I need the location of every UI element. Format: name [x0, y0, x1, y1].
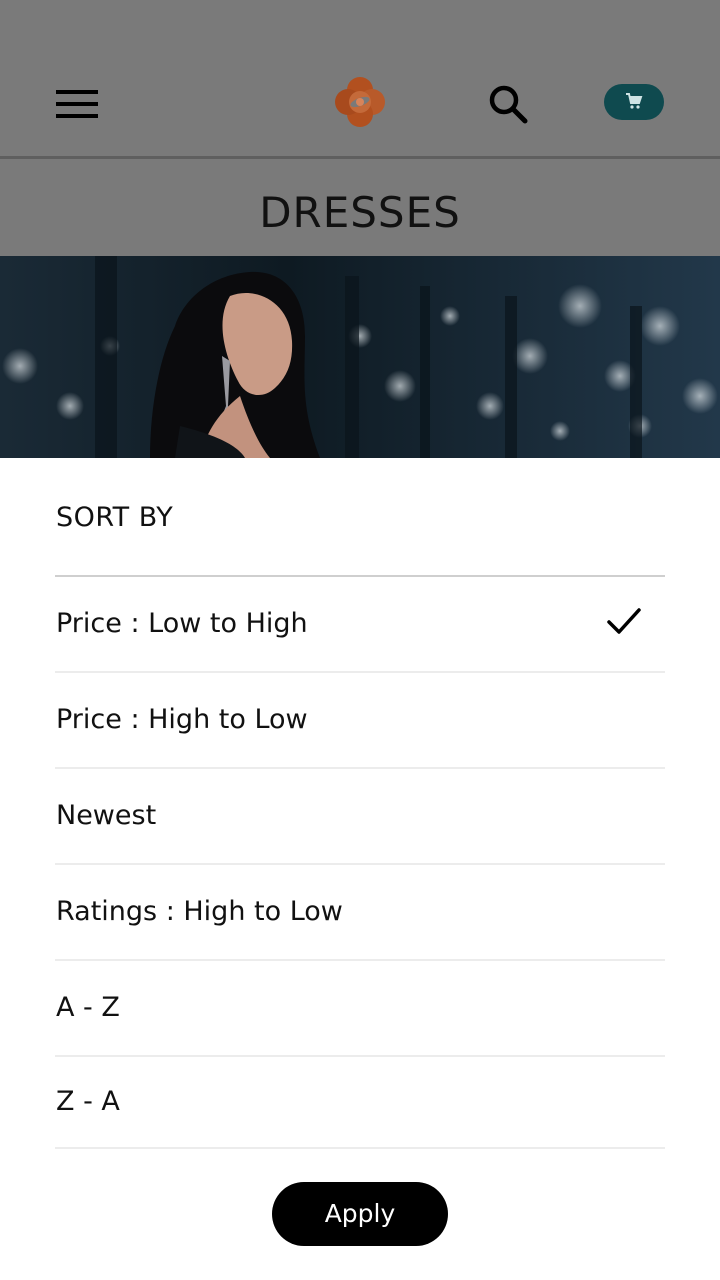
- search-icon[interactable]: [487, 83, 529, 125]
- sort-option-label: A - Z: [56, 992, 120, 1023]
- page: DRESSES SORT BY Price: Low to High Pric…: [0, 0, 720, 1280]
- sort-option-price-low-high[interactable]: Price : Low to High: [55, 577, 665, 673]
- sort-option-label: Price : Low to High: [56, 608, 308, 639]
- sort-sheet-title: SORT BY: [56, 502, 174, 533]
- sort-option-label: Ratings : High to Low: [56, 896, 343, 927]
- category-banner-image: [0, 256, 720, 458]
- sort-sheet: SORT BY Price : Low to High Price : High…: [0, 458, 720, 1280]
- sort-option-newest[interactable]: Newest: [55, 769, 665, 865]
- apply-button[interactable]: Apply: [272, 1182, 448, 1246]
- sort-option-a-z[interactable]: A - Z: [55, 961, 665, 1057]
- cart-button[interactable]: [604, 84, 664, 120]
- hamburger-menu-icon[interactable]: [56, 90, 98, 118]
- app-header: [0, 0, 720, 156]
- sort-option-ratings-high-low[interactable]: Ratings : High to Low: [55, 865, 665, 961]
- cart-icon: [626, 93, 643, 109]
- sort-option-z-a[interactable]: Z - A: [55, 1057, 665, 1149]
- sort-option-label: Price : High to Low: [56, 704, 308, 735]
- category-title-bar: DRESSES: [0, 159, 720, 256]
- brand-logo-icon[interactable]: [334, 76, 386, 128]
- checkmark-icon: [607, 608, 641, 634]
- category-title: DRESSES: [259, 188, 461, 237]
- sort-option-label: Z - A: [56, 1086, 120, 1117]
- sort-option-price-high-low[interactable]: Price : High to Low: [55, 673, 665, 769]
- sort-option-label: Newest: [56, 800, 157, 831]
